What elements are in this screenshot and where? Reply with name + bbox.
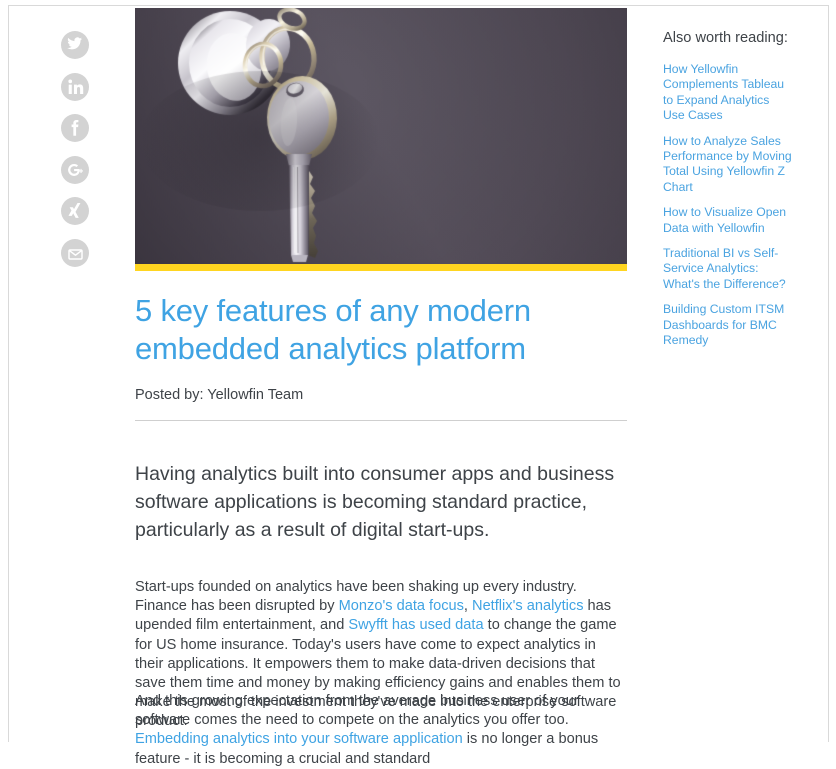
xing-share-button[interactable] xyxy=(61,197,89,225)
paragraph-text: , xyxy=(463,598,473,615)
related-articles-sidebar: Also worth reading: How Yellowfin Comple… xyxy=(663,28,793,359)
facebook-icon xyxy=(71,120,79,136)
hero-accent-bar xyxy=(135,264,627,271)
envelope-icon xyxy=(68,248,83,260)
sidebar-article-link[interactable]: How to Analyze Sales Performance by Movi… xyxy=(663,134,793,196)
facebook-share-button[interactable] xyxy=(61,114,89,142)
hero-image-canvas xyxy=(135,8,627,264)
article-hero-image xyxy=(135,8,627,264)
linkedin-icon xyxy=(68,79,84,94)
viewport-right-border xyxy=(828,5,829,742)
twitter-share-button[interactable] xyxy=(61,31,89,59)
article-body: 5 key features of any modern embedded an… xyxy=(135,292,627,767)
inline-article-link[interactable]: Netflix's analytics xyxy=(472,598,583,614)
sidebar-heading: Also worth reading: xyxy=(663,30,788,46)
sidebar-article-link[interactable]: Traditional BI vs Self-Service Analytics… xyxy=(663,246,793,292)
viewport-left-border xyxy=(8,5,9,742)
google-plus-icon xyxy=(68,163,83,176)
inline-article-link[interactable]: Swyfft has used data xyxy=(348,617,483,633)
sidebar-link-list: How Yellowfin Complements Tableau to Exp… xyxy=(663,62,793,349)
sidebar-article-link[interactable]: How Yellowfin Complements Tableau to Exp… xyxy=(663,62,793,124)
sidebar-article-link[interactable]: Building Custom ITSM Dashboards for BMC … xyxy=(663,302,793,348)
inline-article-link[interactable]: Embedding analytics into your software a… xyxy=(135,731,463,747)
social-share-rail xyxy=(61,31,89,280)
article-lede: Having analytics built into consumer app… xyxy=(135,463,615,541)
sidebar-article-link[interactable]: How to Visualize Open Data with Yellowfi… xyxy=(663,205,793,236)
article-byline: Posted by: Yellowfin Team xyxy=(135,387,304,403)
viewport-top-border xyxy=(8,5,828,6)
page-title: 5 key features of any modern embedded an… xyxy=(135,293,531,366)
email-share-button[interactable] xyxy=(61,238,89,267)
article-divider xyxy=(135,420,627,421)
twitter-icon xyxy=(67,37,82,50)
xing-icon xyxy=(68,202,81,218)
inline-article-link[interactable]: Monzo's data focus xyxy=(339,598,464,614)
googleplus-share-button[interactable] xyxy=(61,155,89,184)
paragraph-text: And this growing expectation from the av… xyxy=(135,693,579,729)
linkedin-share-button[interactable] xyxy=(61,72,89,101)
article-paragraph-2: And this growing expectation from the av… xyxy=(135,692,627,769)
